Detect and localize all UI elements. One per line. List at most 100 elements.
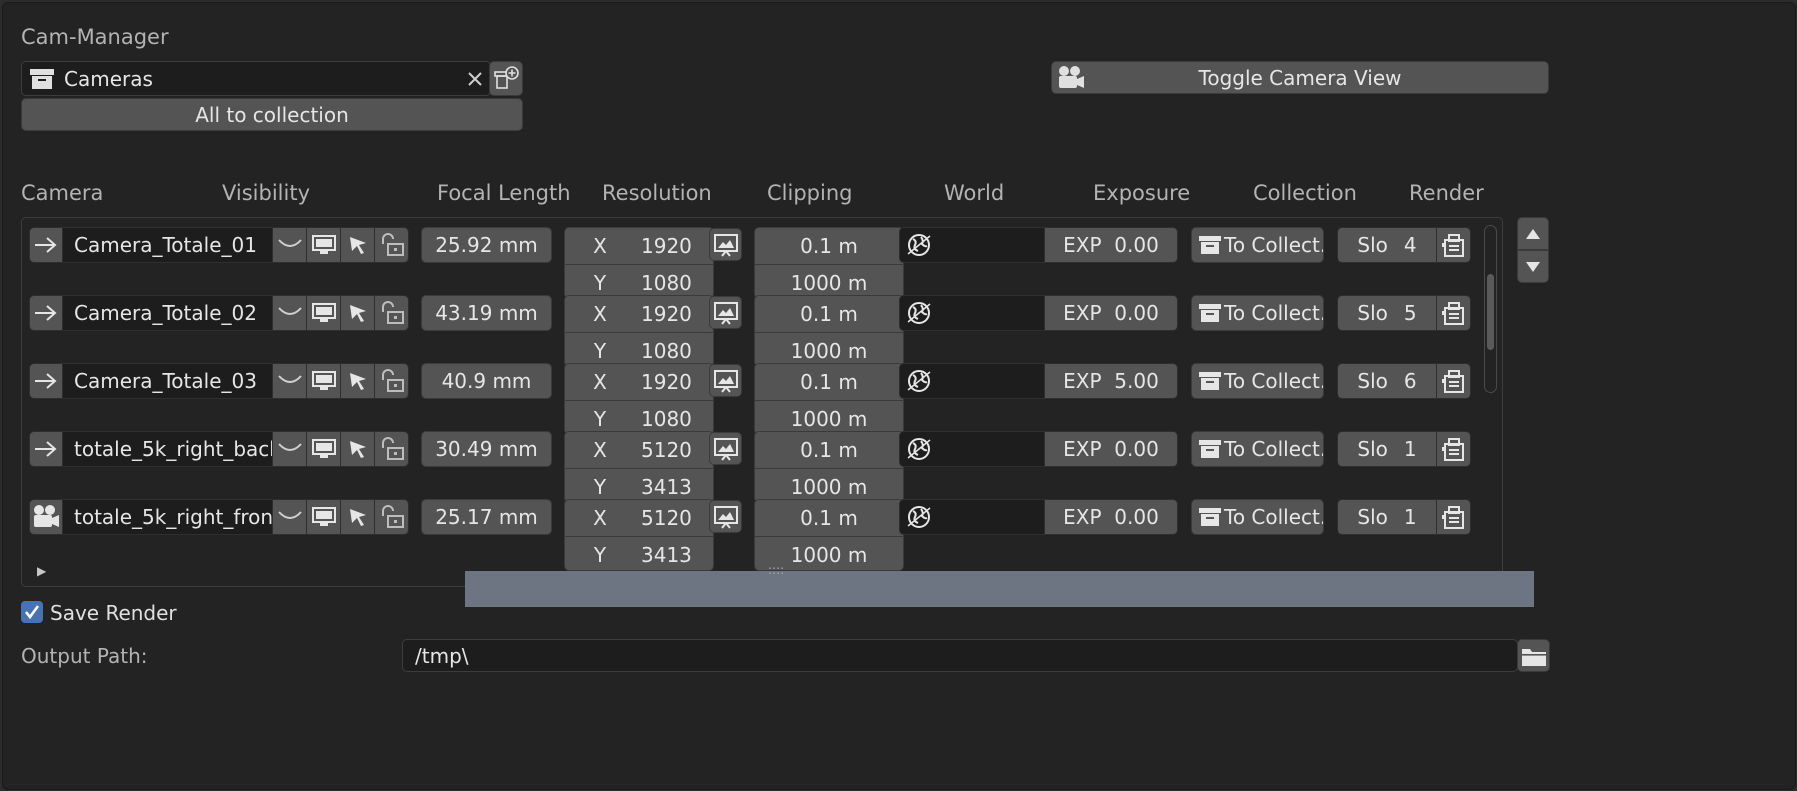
focal-length-field[interactable]: 43.19 mm [421, 295, 552, 331]
render-slot-field[interactable]: Slo 4 [1337, 227, 1437, 263]
hide-viewport-toggle[interactable] [272, 227, 307, 263]
clip-start-value[interactable]: 0.1 m [755, 364, 903, 400]
clipping-field[interactable]: 0.1 m 1000 m [754, 295, 904, 367]
clip-end-value[interactable]: 1000 m [755, 332, 903, 366]
exposure-field[interactable]: EXP 0.00 [1044, 499, 1178, 535]
resolution-field[interactable]: X 5120 Y 3413 [564, 431, 714, 503]
to-collection-button[interactable]: To Collect... [1191, 499, 1324, 535]
exposure-field[interactable]: EXP 5.00 [1044, 363, 1178, 399]
select-camera-button[interactable] [29, 431, 63, 467]
camera-name-field[interactable]: Camera_Totale_01 [62, 227, 273, 263]
render-region-button[interactable] [709, 500, 742, 533]
world-field[interactable] [899, 363, 1045, 399]
exposure-field[interactable]: EXP 0.00 [1044, 431, 1178, 467]
exposure-field[interactable]: EXP 0.00 [1044, 295, 1178, 331]
hide-viewport-toggle[interactable] [272, 499, 307, 535]
clip-start-value[interactable]: 0.1 m [755, 500, 903, 536]
new-collection-button[interactable] [489, 61, 523, 96]
camera-name-field[interactable]: Camera_Totale_02 [62, 295, 273, 331]
resolution-y-value[interactable]: 1080 [635, 407, 713, 431]
selectable-toggle[interactable] [340, 363, 375, 399]
clear-icon[interactable] [460, 62, 490, 95]
world-field[interactable] [899, 227, 1045, 263]
exposure-field[interactable]: EXP 0.00 [1044, 227, 1178, 263]
render-region-button[interactable] [709, 296, 742, 329]
list-resize-grip[interactable]: :::: [768, 563, 784, 577]
select-camera-button[interactable] [29, 499, 63, 535]
select-camera-button[interactable] [29, 227, 63, 263]
hide-render-toggle[interactable] [306, 227, 341, 263]
resolution-y-value[interactable]: 1080 [635, 271, 713, 295]
hide-render-toggle[interactable] [306, 295, 341, 331]
clip-end-value[interactable]: 1000 m [755, 264, 903, 298]
clipping-field[interactable]: 0.1 m 1000 m [754, 363, 904, 435]
render-region-button[interactable] [709, 228, 742, 261]
move-down-button[interactable] [1517, 250, 1549, 283]
render-button[interactable] [1436, 363, 1471, 399]
scrollbar-thumb[interactable] [1487, 274, 1494, 350]
lock-toggle[interactable] [374, 363, 409, 399]
browse-folder-button[interactable] [1517, 639, 1550, 672]
render-slot-field[interactable]: Slo 6 [1337, 363, 1437, 399]
select-camera-button[interactable] [29, 295, 63, 331]
render-slot-field[interactable]: Slo 1 [1337, 431, 1437, 467]
selectable-toggle[interactable] [340, 431, 375, 467]
resolution-x-value[interactable]: 1920 [635, 234, 713, 258]
save-render-label[interactable]: Save Render [50, 601, 177, 625]
hide-render-toggle[interactable] [306, 499, 341, 535]
clipping-field[interactable]: 0.1 m 1000 m [754, 499, 904, 571]
resolution-x-value[interactable]: 5120 [635, 506, 713, 530]
render-button[interactable] [1436, 295, 1471, 331]
collection-field[interactable]: Cameras [21, 61, 491, 96]
hide-viewport-toggle[interactable] [272, 295, 307, 331]
resolution-x-value[interactable]: 1920 [635, 370, 713, 394]
world-field[interactable] [899, 499, 1045, 535]
render-button[interactable] [1436, 227, 1471, 263]
list-expand-icon[interactable]: ▶ [37, 564, 46, 578]
to-collection-button[interactable]: To Collect... [1191, 227, 1324, 263]
world-field[interactable] [899, 295, 1045, 331]
world-field[interactable] [899, 431, 1045, 467]
camera-name-field[interactable]: totale_5k_right_front... [62, 499, 273, 535]
hide-viewport-toggle[interactable] [272, 431, 307, 467]
move-up-button[interactable] [1517, 217, 1549, 250]
render-region-button[interactable] [709, 364, 742, 397]
toggle-camera-view-button[interactable]: Toggle Camera View [1051, 61, 1549, 94]
render-slot-field[interactable]: Slo 1 [1337, 499, 1437, 535]
clip-start-value[interactable]: 0.1 m [755, 228, 903, 264]
resolution-y-value[interactable]: 3413 [635, 475, 713, 499]
list-scrollbar[interactable] [1484, 225, 1497, 393]
select-camera-button[interactable] [29, 363, 63, 399]
focal-length-field[interactable]: 30.49 mm [421, 431, 552, 467]
focal-length-field[interactable]: 25.92 mm [421, 227, 552, 263]
resolution-x-value[interactable]: 5120 [635, 438, 713, 462]
render-button[interactable] [1436, 431, 1471, 467]
to-collection-button[interactable]: To Collect... [1191, 295, 1324, 331]
resolution-field[interactable]: X 1920 Y 1080 [564, 363, 714, 435]
clipping-field[interactable]: 0.1 m 1000 m [754, 431, 904, 503]
resolution-x-value[interactable]: 1920 [635, 302, 713, 326]
output-path-field[interactable]: /tmp\ [402, 639, 1518, 672]
render-region-button[interactable] [709, 432, 742, 465]
resolution-field[interactable]: X 1920 Y 1080 [564, 227, 714, 299]
hide-render-toggle[interactable] [306, 363, 341, 399]
clip-end-value[interactable]: 1000 m [755, 468, 903, 502]
resolution-y-value[interactable]: 1080 [635, 339, 713, 363]
clip-start-value[interactable]: 0.1 m [755, 296, 903, 332]
focal-length-field[interactable]: 25.17 mm [421, 499, 552, 535]
all-to-collection-button[interactable]: All to collection [21, 98, 523, 131]
camera-name-field[interactable]: Camera_Totale_03 [62, 363, 273, 399]
resolution-y-value[interactable]: 3413 [635, 543, 713, 567]
save-render-checkbox[interactable] [21, 601, 43, 623]
selectable-toggle[interactable] [340, 295, 375, 331]
hide-render-toggle[interactable] [306, 431, 341, 467]
clip-end-value[interactable]: 1000 m [755, 400, 903, 434]
selectable-toggle[interactable] [340, 499, 375, 535]
selectable-toggle[interactable] [340, 227, 375, 263]
lock-toggle[interactable] [374, 499, 409, 535]
hide-viewport-toggle[interactable] [272, 363, 307, 399]
render-slot-field[interactable]: Slo 5 [1337, 295, 1437, 331]
lock-toggle[interactable] [374, 295, 409, 331]
clip-start-value[interactable]: 0.1 m [755, 432, 903, 468]
focal-length-field[interactable]: 40.9 mm [421, 363, 552, 399]
